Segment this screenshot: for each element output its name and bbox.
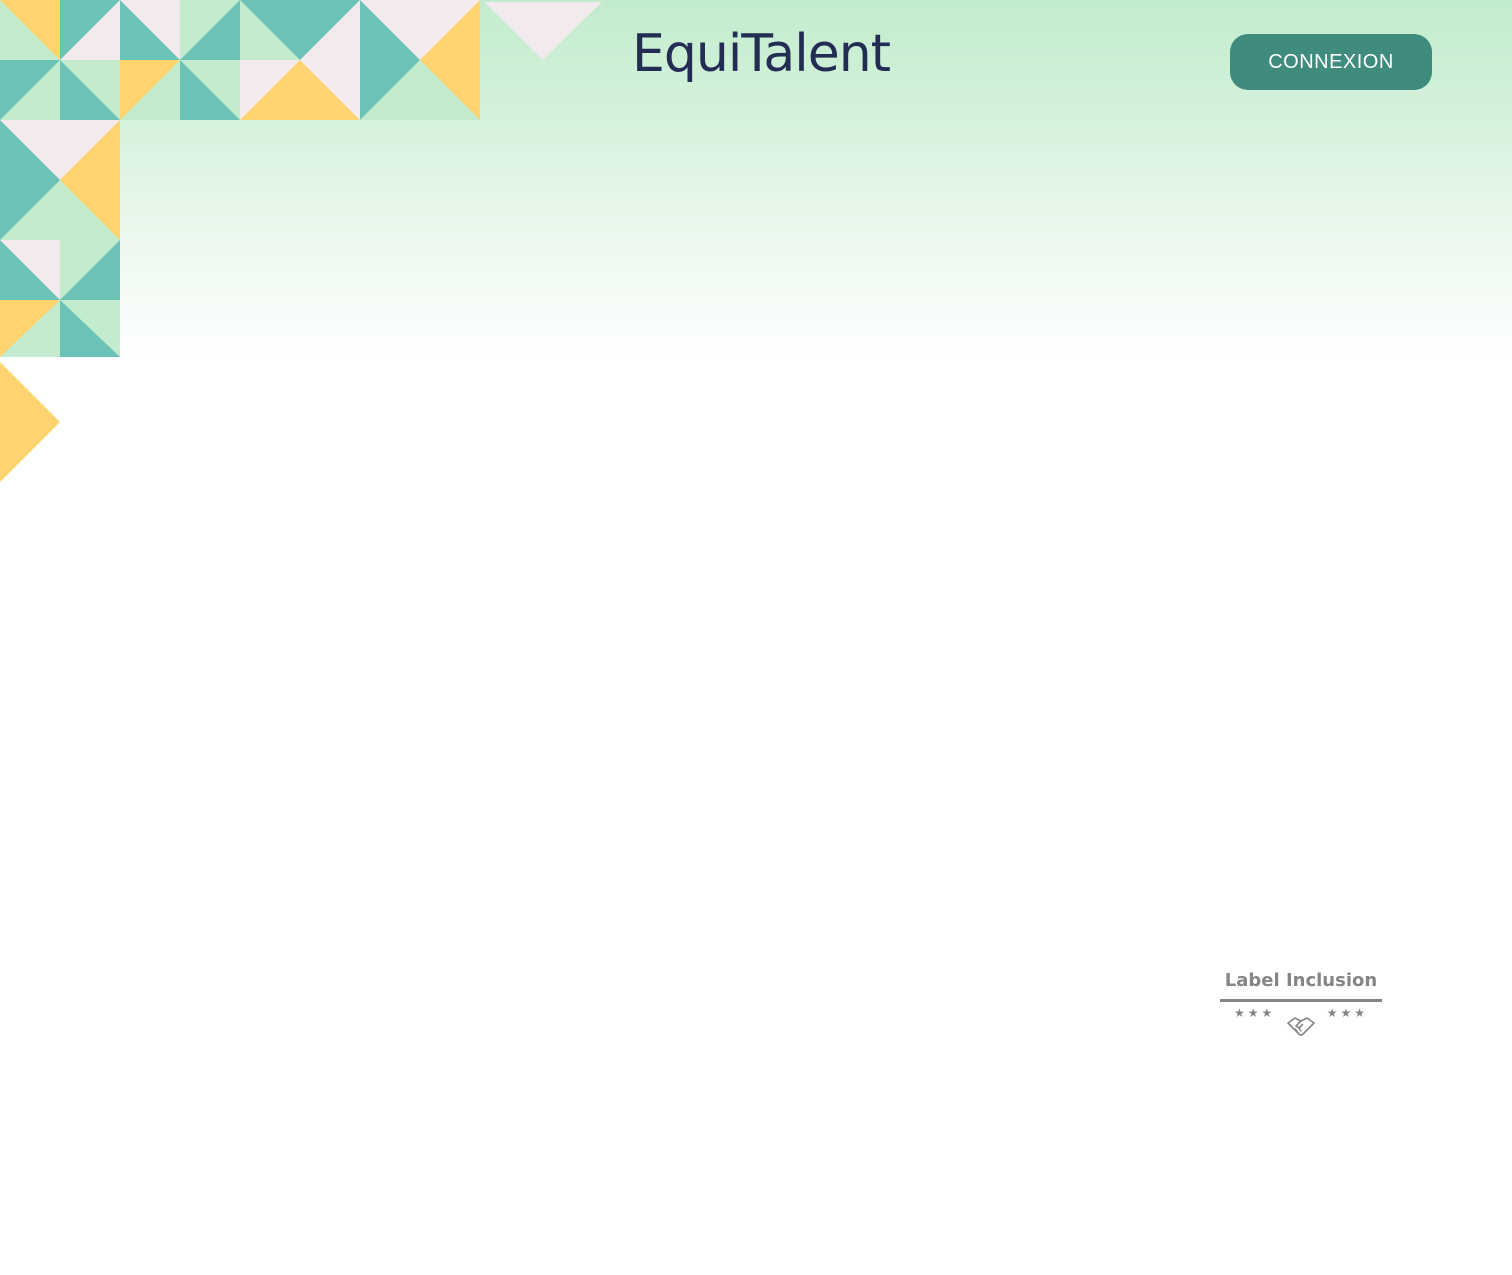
badge-title: Label Inclusion [1224, 970, 1378, 991]
badge-stars-right: ★★★ [1326, 1006, 1368, 1020]
label-inclusion-badge: Label Inclusion ★★★ ★★★ [1220, 966, 1382, 1042]
equitalent-logo[interactable]: EquiTalent [632, 22, 891, 86]
handshake-icon [1287, 1017, 1315, 1036]
connexion-button[interactable]: CONNEXION [1230, 34, 1432, 90]
badge-stars-left: ★★★ [1234, 1006, 1276, 1020]
geometric-mosaic-decoration [0, 0, 602, 482]
